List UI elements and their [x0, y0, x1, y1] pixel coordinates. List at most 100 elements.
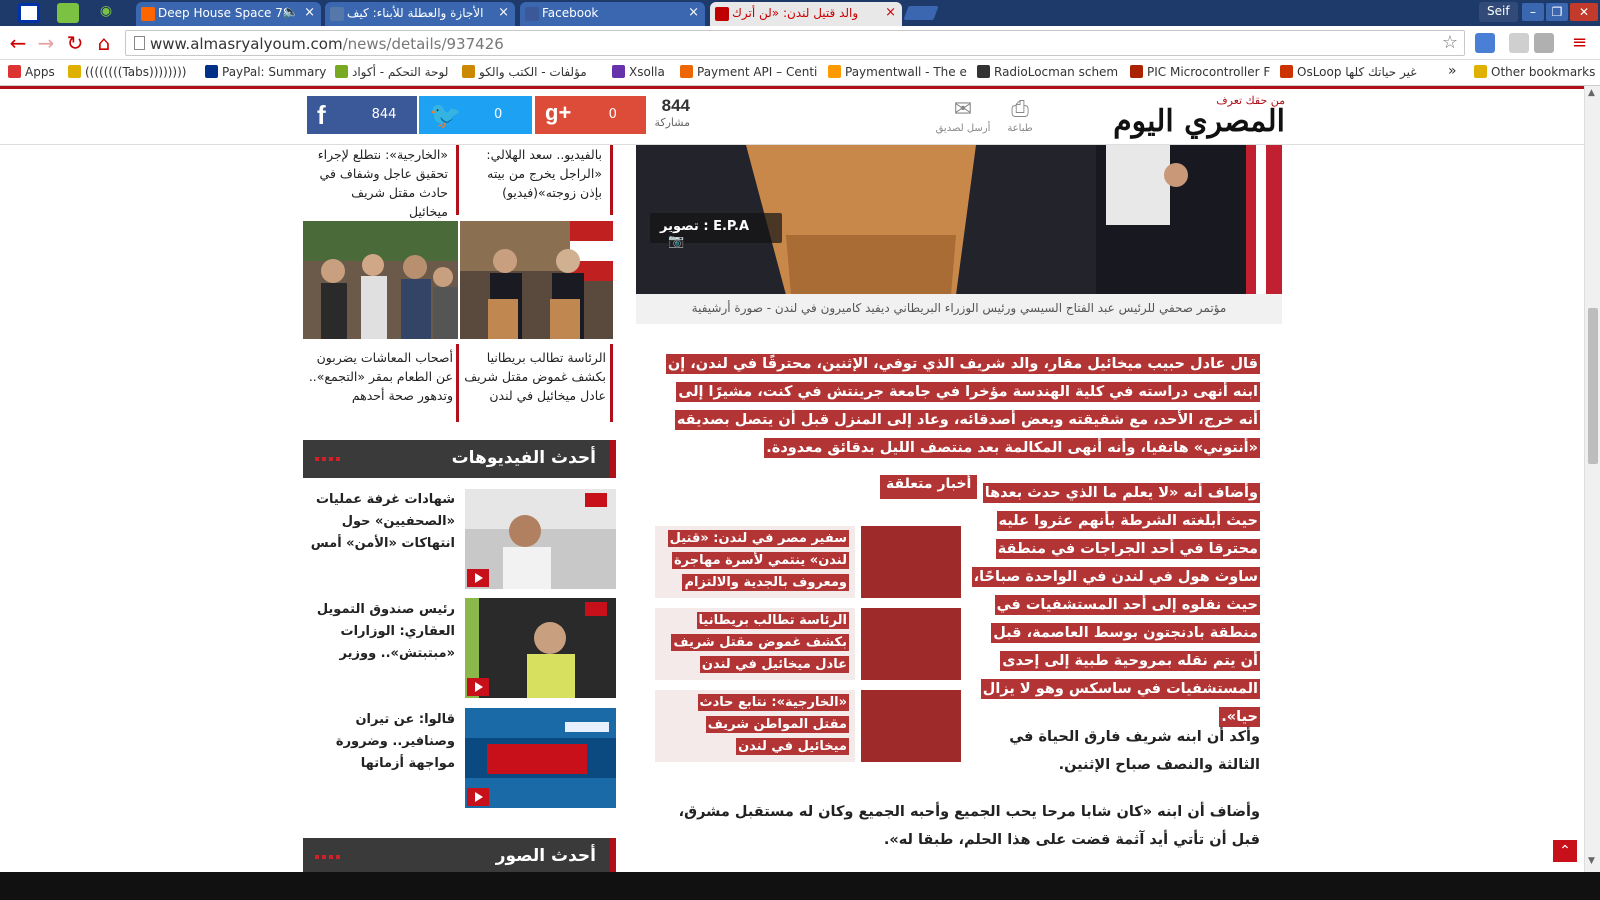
video-title-1[interactable]: شهادات غرفة عمليات «الصحفيين» حول انتهاك…: [305, 489, 455, 555]
bookmark-payment-api[interactable]: Payment API – Centi: [680, 65, 817, 79]
video-title-2[interactable]: رئيس صندوق التمويل العقاري: الوزارات «مب…: [305, 599, 455, 665]
taskbar-strip: [0, 872, 1600, 900]
restore-icon[interactable]: ❐: [1546, 3, 1568, 21]
bookmark-paymentwall[interactable]: Paymentwall - The e: [828, 65, 967, 79]
speaker-icon: 🔈: [282, 5, 299, 20]
facebook-favicon-icon: [525, 7, 539, 21]
bookmark-pic[interactable]: PIC Microcontroller F: [1130, 65, 1270, 79]
cube-extension-icon[interactable]: [1509, 33, 1529, 53]
email-friend-button[interactable]: ✉ أرسل لصديق: [933, 97, 993, 134]
window-close-icon[interactable]: ✕: [1570, 3, 1598, 21]
facebook-share-button[interactable]: f 844: [307, 96, 417, 134]
bookmark-label: Apps: [25, 65, 55, 79]
tab-vacation-article[interactable]: الأجازة والعطلة للأبناء: كيف ×: [325, 2, 515, 26]
sticky-header: f 844 🐦 0 g+ 0 844 مشاركة ✉ أرسل لصديق ⎙…: [0, 89, 1584, 145]
bookmark-control-panel[interactable]: لوحة التحكم - أكواد: [335, 65, 448, 79]
play-icon[interactable]: [467, 569, 489, 587]
tab-close-icon[interactable]: ×: [688, 5, 699, 20]
facebook-count: 844: [371, 107, 397, 122]
globe-extension-icon[interactable]: [1542, 33, 1562, 53]
share-total-label: مشاركة: [654, 116, 690, 129]
gplus-count: 0: [608, 107, 617, 122]
presidency-photo[interactable]: [460, 221, 613, 339]
gplus-share-button[interactable]: g+ 0: [535, 96, 646, 134]
tab-close-icon[interactable]: ×: [498, 5, 509, 20]
browser-toolbar: ← → ↻ ⌂ www.almasryalyoum.com/news/detai…: [0, 26, 1600, 60]
pensioners-photo[interactable]: [303, 221, 458, 339]
bookmark-label: Payment API – Centi: [697, 65, 818, 79]
site-icon: [1280, 65, 1293, 78]
reload-icon[interactable]: ↻: [63, 31, 87, 55]
bookmark-books[interactable]: مؤلفات - الكتب والكو: [462, 65, 587, 79]
menu-icon[interactable]: ≡: [1572, 32, 1587, 53]
tab-close-icon[interactable]: ×: [304, 5, 315, 20]
scrollbar-thumb[interactable]: [1588, 308, 1598, 464]
tab-active-article[interactable]: والد قتيل لندن: «لن أترك ×: [710, 2, 902, 26]
sidebar-caption-pensioners[interactable]: أصحاب المعاشات يضربون عن الطعام بمقر «ال…: [305, 348, 453, 405]
sidebar-item-video-hilaly[interactable]: بالفيديو.. سعد الهلالي: «الراجل يخرج من …: [460, 145, 610, 201]
pinned-tab-rt[interactable]: [57, 3, 79, 23]
bookmark-label: Paymentwall - The e: [845, 65, 967, 79]
video-thumbnail-2[interactable]: [465, 598, 616, 698]
back-arrow-icon[interactable]: ←: [6, 31, 30, 55]
forward-arrow-icon[interactable]: →: [34, 31, 58, 55]
related-item-text: الرئاسة تطالب بريطانيا بكشف غموض مقتل شر…: [655, 608, 855, 680]
video-thumbnail-3[interactable]: [465, 708, 616, 808]
tab-title: Facebook: [542, 6, 599, 20]
bookmark-other[interactable]: Other bookmarks: [1474, 65, 1595, 79]
bookmarks-bar: Apps ((((((((Tabs)))))))) PayPal: Summar…: [0, 60, 1600, 86]
sidebar-caption-text: أصحاب المعاشات يضربون عن الطعام بمقر «ال…: [308, 350, 453, 403]
vertical-scrollbar[interactable]: ▲ ▼: [1584, 86, 1600, 872]
home-icon[interactable]: ⌂: [92, 31, 116, 55]
video-thumbnail-1[interactable]: [465, 489, 616, 589]
profile-badge[interactable]: Seif: [1479, 2, 1518, 22]
sidebar-caption-presidency[interactable]: الرئاسة تطالب بريطانيا بكشف غموض مقتل شر…: [462, 348, 606, 405]
bookmark-apps[interactable]: Apps: [8, 65, 55, 79]
article-paragraph-2-text: وأضاف أنه «لا يعلم ما الذي حدث بعدها حيث…: [971, 483, 1260, 727]
bookmarks-overflow[interactable]: »: [1448, 63, 1457, 79]
bookmark-star-icon[interactable]: ☆: [1442, 32, 1458, 53]
related-item-3[interactable]: «الخارجية»: نتابع حادث مقتل المواطن شريف…: [655, 690, 961, 762]
bookmark-xsolla[interactable]: Xsolla: [612, 65, 665, 79]
new-tab-button[interactable]: [903, 6, 939, 20]
scroll-up-arrow-icon[interactable]: ▲: [1588, 88, 1595, 98]
bookmark-label: ((((((((Tabs)))))))): [85, 65, 187, 79]
address-bar[interactable]: www.almasryalyoum.com/news/details/93742…: [125, 30, 1465, 56]
video-title-text: رئيس صندوق التمويل العقاري: الوزارات «مب…: [316, 602, 455, 661]
print-button[interactable]: ⎙ طباعة: [1002, 97, 1038, 134]
page-favicon-icon: [330, 7, 344, 21]
bookmark-label: لوحة التحكم - أكواد: [352, 65, 449, 79]
related-item-2[interactable]: الرئاسة تطالب بريطانيا بكشف غموض مقتل شر…: [655, 608, 961, 680]
play-icon[interactable]: [467, 788, 489, 806]
folder-icon: [1474, 65, 1487, 78]
bookmark-paypal[interactable]: PayPal: Summary: [205, 65, 326, 79]
site-logo[interactable]: من حقك تعرف المصري اليوم: [1085, 94, 1285, 140]
bookmark-tabs-folder[interactable]: ((((((((Tabs)))))))): [68, 65, 186, 79]
minimize-icon[interactable]: –: [1522, 3, 1544, 21]
translate-extension-icon[interactable]: [1475, 33, 1495, 53]
pinned-tab-wifi[interactable]: ◉: [95, 3, 117, 23]
crowd-photo-image: [303, 221, 458, 339]
sidebar-item-foreign-ministry[interactable]: «الخارجية»: نتطلع لإجراء تحقيق عاجل وشفا…: [305, 145, 456, 219]
bookmark-label: مؤلفات - الكتب والكو: [479, 65, 587, 79]
play-icon[interactable]: [467, 678, 489, 696]
tab-close-icon[interactable]: ×: [885, 5, 896, 20]
apps-grid-icon: [8, 65, 21, 78]
bookmark-radiolocman[interactable]: RadioLocman schem: [977, 65, 1118, 79]
tab-facebook[interactable]: Facebook ×: [520, 2, 705, 26]
bookmark-label: RadioLocman schem: [994, 65, 1119, 79]
related-item-text: سفير مصر في لندن: «قتيل لندن» ينتمي لأسر…: [655, 526, 855, 598]
back-to-top-button[interactable]: ⌃: [1553, 840, 1577, 862]
scroll-down-arrow-icon[interactable]: ▼: [1588, 856, 1595, 866]
divider-bar: [610, 145, 613, 215]
soundcloud-favicon-icon: [141, 7, 155, 21]
related-item-1[interactable]: سفير مصر في لندن: «قتيل لندن» ينتمي لأسر…: [655, 526, 961, 598]
photo-credit: تصوير : E.P.A 📷: [650, 213, 782, 249]
url-text: www.almasryalyoum.com/news/details/93742…: [150, 35, 504, 53]
video-title-3[interactable]: قالوا: عن تيران وصنافير.. وضرورة مواجهة …: [305, 709, 455, 775]
bookmark-osloop[interactable]: OsLoop غير حياتك كلها: [1280, 65, 1416, 79]
pinned-tab-1[interactable]: [18, 3, 40, 23]
folder-icon: [68, 65, 81, 78]
twitter-share-button[interactable]: 🐦 0: [419, 96, 532, 134]
tab-deep-house[interactable]: Deep House Space 78 🔈 ×: [136, 2, 321, 26]
